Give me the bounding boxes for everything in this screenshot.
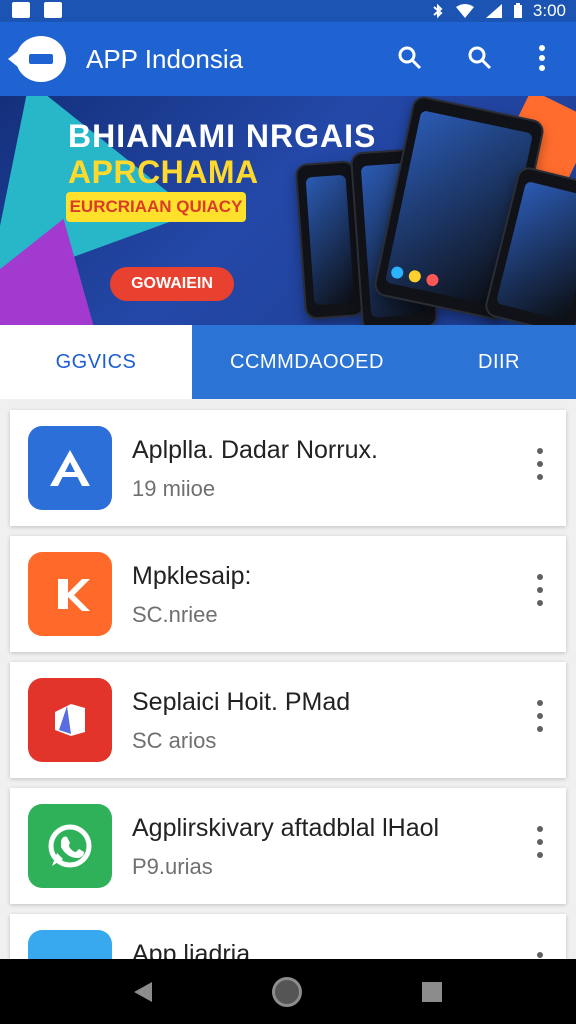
- banner-cta-button[interactable]: GOWAIEIN: [110, 267, 234, 301]
- app-list-item[interactable]: App liadria: [10, 914, 566, 959]
- more-vert-icon[interactable]: [534, 952, 546, 959]
- search-icon: [468, 46, 492, 70]
- more-vert-icon[interactable]: [534, 700, 546, 740]
- app-name: Seplaici Hoit. PMad: [132, 688, 351, 716]
- more-vert-icon[interactable]: [534, 826, 546, 866]
- whatsapp-icon: [28, 804, 112, 888]
- app-subtitle: P9.urias: [132, 854, 213, 879]
- more-vert-icon[interactable]: [534, 448, 546, 488]
- more-vert-icon: [539, 45, 545, 71]
- a-letter-icon: [28, 426, 112, 510]
- search-icon: [398, 46, 422, 70]
- signal-icon: [485, 4, 502, 18]
- status-time: 3:00: [532, 1, 566, 20]
- tab-ggvics[interactable]: GGVICS: [0, 325, 192, 399]
- banner-badge: EURCRIAAN QUIACY: [66, 192, 246, 222]
- banner-headline-1: BHIANAMI NRGAIS: [68, 118, 377, 154]
- app-list-item[interactable]: Agplirskivary aftadblal lHaol P9.urias: [10, 788, 566, 904]
- tab-ccmmdaooed[interactable]: CCMMDAOOED: [192, 325, 422, 399]
- folded-paper-icon: [28, 678, 112, 762]
- gallery-icon: [44, 2, 62, 18]
- app-bar: APP Indonsia: [0, 22, 576, 96]
- status-left-icons: [12, 2, 62, 18]
- app-subtitle: 19 miioe: [132, 476, 216, 501]
- app-title: APP Indonsia: [86, 44, 244, 74]
- search-button-secondary[interactable]: [462, 40, 498, 76]
- more-vert-icon[interactable]: [534, 574, 546, 614]
- app-subtitle: SC.nriee: [132, 602, 218, 627]
- tab-diir[interactable]: DIIR: [422, 325, 576, 399]
- back-logo-icon[interactable]: [8, 36, 66, 82]
- app-list-item[interactable]: Mpklesaip: SC.nriee: [10, 536, 566, 652]
- search-button[interactable]: [392, 40, 428, 76]
- blue-app-icon: [28, 930, 112, 959]
- bluetooth-icon: [433, 3, 443, 19]
- banner-headline-2: APRCHAMA: [68, 154, 259, 190]
- app-subtitle: SC arios: [132, 728, 217, 753]
- overflow-menu-button[interactable]: [524, 40, 560, 76]
- back-triangle-icon[interactable]: [134, 981, 152, 1002]
- app-name: App liadria: [132, 940, 251, 959]
- app-list-item[interactable]: Aplplla. Dadar Norrux. 19 miioe: [10, 410, 566, 526]
- app-name: Mpklesaip:: [132, 562, 252, 590]
- app-list-item[interactable]: Seplaici Hoit. PMad SC arios: [10, 662, 566, 778]
- app-name: Agplirskivary aftadblal lHaol: [132, 814, 440, 842]
- recent-square-icon[interactable]: [422, 981, 442, 1002]
- image-icon: [12, 2, 30, 18]
- app-name: Aplplla. Dadar Norrux.: [132, 436, 378, 464]
- system-nav-bar: [0, 959, 576, 1024]
- promo-banner[interactable]: BHIANAMI NRGAIS APRCHAMA EURCRIAAN QUIAC…: [0, 96, 576, 326]
- tab-bar: GGVICS CCMMDAOOED DIIR: [0, 325, 576, 399]
- status-bar: 3:00: [0, 0, 576, 22]
- status-right: 3:00: [431, 1, 566, 21]
- k-letter-icon: [28, 552, 112, 636]
- wifi-icon: [455, 4, 474, 18]
- battery-icon: [513, 3, 522, 18]
- home-circle-icon[interactable]: [272, 976, 302, 1007]
